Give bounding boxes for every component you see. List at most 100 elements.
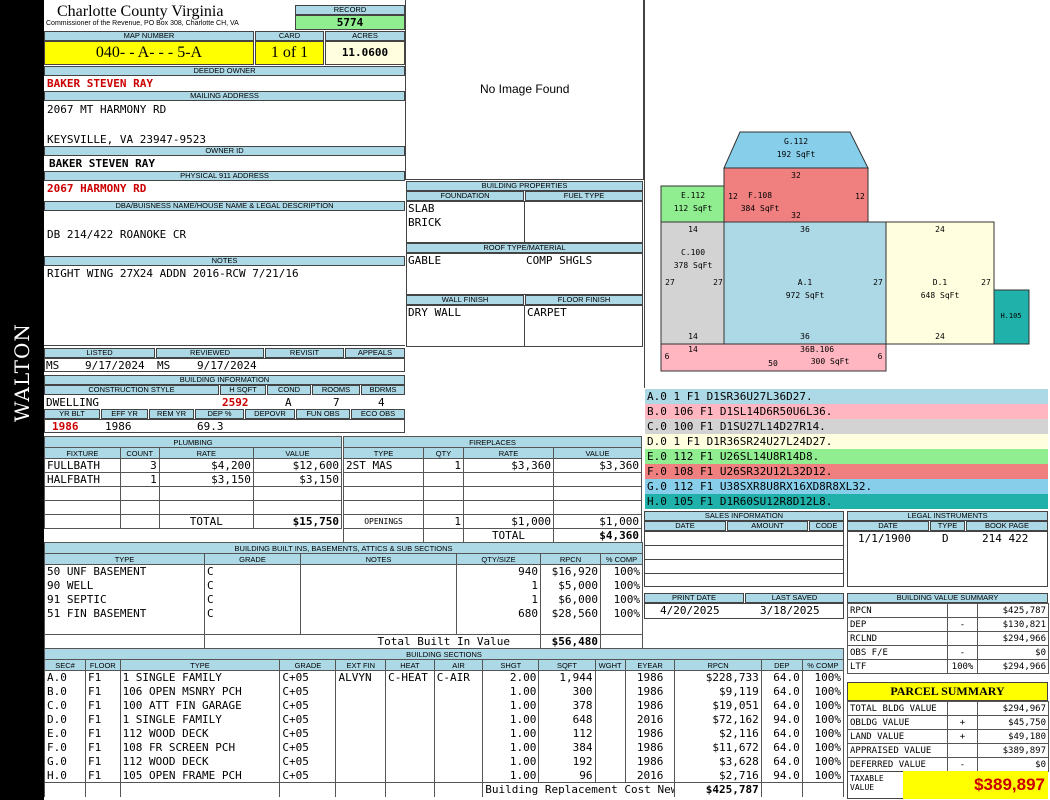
rooms: 7 <box>333 396 340 409</box>
fireplace-cell <box>463 500 554 515</box>
builtin-row: 51 FIN BASEMENT C 680 $28,560 100% <box>44 606 644 621</box>
legal-book-label: BOOK PAGE <box>966 521 1048 531</box>
section-cell <box>594 754 626 769</box>
section-cell: G.0 <box>43 754 87 769</box>
construction-style-label: CONSTRUCTION STYLE <box>44 385 219 395</box>
record-label: RECORD <box>295 5 405 15</box>
hsqft-label: H SQFT <box>220 385 266 395</box>
section-cell <box>335 726 387 741</box>
sketch-sqft-g: 192 SqFt <box>777 150 816 159</box>
fireplace-cell <box>343 472 424 487</box>
section-col-header: SHGT <box>482 659 540 671</box>
rooms-label: ROOMS <box>312 385 360 395</box>
bvs-cell: RPCN <box>847 603 948 618</box>
county-title: Charlotte County Virginia <box>57 3 224 20</box>
parcel-row: APPRAISED VALUE $389,897 <box>847 743 1049 758</box>
section-col-header: GRADE <box>279 659 337 671</box>
yrblt-label: YR BLT <box>44 409 100 419</box>
physical-address: 2067 HARMONY RD <box>47 182 147 195</box>
fireplace-cell <box>343 500 424 515</box>
foundation-1: SLAB <box>408 202 435 215</box>
section-cell <box>594 670 626 685</box>
section-cell <box>433 740 484 755</box>
legal-date-label: DATE <box>847 521 929 531</box>
parcel-summary-title: PARCEL SUMMARY <box>847 682 1048 701</box>
section-col-header: HEAT <box>385 659 435 671</box>
plumbing-col-header: FIXTURE <box>44 447 121 459</box>
section-cell: $425,787 <box>674 782 762 797</box>
fireplace-cell: TOTAL <box>463 528 554 543</box>
fireplace-cell: 1 <box>423 458 464 473</box>
fireplace-cell: 2ST MAS <box>343 458 424 473</box>
plumbing-cell <box>119 486 160 501</box>
mailing-address-label: MAILING ADDRESS <box>44 91 405 101</box>
section-cell <box>385 754 435 769</box>
section-cell: 1 SINGLE FAMILY <box>119 670 281 685</box>
last-saved: 3/18/2025 <box>760 604 820 617</box>
section-cell: C+05 <box>279 740 337 755</box>
builtin-title-row: BUILDING BUILT INS, BASEMENTS, ATTICS & … <box>43 542 644 554</box>
condition: A <box>285 396 292 409</box>
sketch-id-e: E.112 <box>681 191 705 200</box>
section-cell: 648 <box>538 712 596 727</box>
parcel-row: DEFERRED VALUE - $0 <box>847 757 1049 772</box>
section-cell: 112 WOOD DECK <box>119 726 281 741</box>
sketch-id-a: A.1 <box>798 278 813 287</box>
section-col-header: AIR <box>433 659 484 671</box>
sketch-sqft-a: 972 SqFt <box>786 291 825 300</box>
section-cell: 1986 <box>624 698 676 713</box>
fireplace-cell: $1,000 <box>553 514 642 529</box>
acres-value: 11.0600 <box>325 41 405 65</box>
bvs-cell: OBS F/E <box>847 645 948 660</box>
sketch-dim: 14 <box>688 225 698 234</box>
funobs-label: FUN OBS <box>296 409 350 419</box>
builtin-cell: 91 SEPTIC <box>44 592 205 607</box>
revisit-label: REVISIT <box>265 348 344 358</box>
section-cell: C+05 <box>279 670 337 685</box>
map-number: 040- - A- - - 5-A <box>44 41 254 65</box>
physical-address-label: PHYSICAL 911 ADDRESS <box>44 171 405 181</box>
record-number: 5774 <box>295 15 405 30</box>
wall-finish: DRY WALL <box>408 306 461 319</box>
plumbing-cell <box>158 500 254 515</box>
mailing-line-1: 2067 MT HARMONY RD <box>47 103 167 116</box>
parcel-row: LAND VALUE + $49,180 <box>847 729 1049 744</box>
builtin-cell: 100% <box>599 578 644 593</box>
fireplace-cell: $3,360 <box>553 458 642 473</box>
reviewed-label: REVIEWED <box>156 348 264 358</box>
sketch-dim: 32 <box>791 171 801 180</box>
section-cell: 2016 <box>624 768 676 783</box>
section-cell: 112 <box>538 726 596 741</box>
builtin-cell: C <box>204 592 301 607</box>
traverse-line: A.0 1 F1 D1SR36U27L36D27. <box>645 389 1048 404</box>
parcel-cell <box>947 701 978 716</box>
section-cell: 1.00 <box>482 684 540 699</box>
parcel-cell <box>947 743 978 758</box>
section-cell <box>279 782 337 797</box>
plumbing-cell: TOTAL <box>158 514 254 529</box>
sales-code-label: CODE <box>809 521 844 531</box>
fireplace-grid: FIREPLACES TYPE QTY RATE VALUE 2ST MAS 1 $3,360… <box>343 436 642 543</box>
section-cell: 106 OPEN MSNRY PCH <box>119 684 281 699</box>
plumbing-cell: $15,750 <box>252 514 343 529</box>
section-cell: C+05 <box>279 712 337 727</box>
roof-type: GABLE <box>408 254 442 267</box>
builtin-cell <box>44 620 205 635</box>
builtin-col-header: TYPE <box>44 553 205 565</box>
card-label: CARD <box>255 31 324 41</box>
section-title-row: BUILDING SECTIONS <box>44 648 844 660</box>
section-cell: 1 SINGLE FAMILY <box>119 712 281 727</box>
bvs-cell: $130,821 <box>977 617 1049 632</box>
builtin-cell: $6,000 <box>540 592 601 607</box>
sales-rule <box>644 545 844 546</box>
section-cell <box>385 698 435 713</box>
fuel-type-label: FUEL TYPE <box>525 191 643 201</box>
fireplace-col-header: TYPE <box>343 447 424 459</box>
section-cell: 105 OPEN FRAME PCH <box>119 768 281 783</box>
fireplace-cell <box>463 486 554 501</box>
ecoobs-label: ECO OBS <box>351 409 405 419</box>
plumbing-title: PLUMBING <box>44 436 342 448</box>
foundation-divider <box>524 201 525 243</box>
section-cell: 108 FR SCREEN PCH <box>119 740 281 755</box>
builtin-cell <box>540 620 601 635</box>
